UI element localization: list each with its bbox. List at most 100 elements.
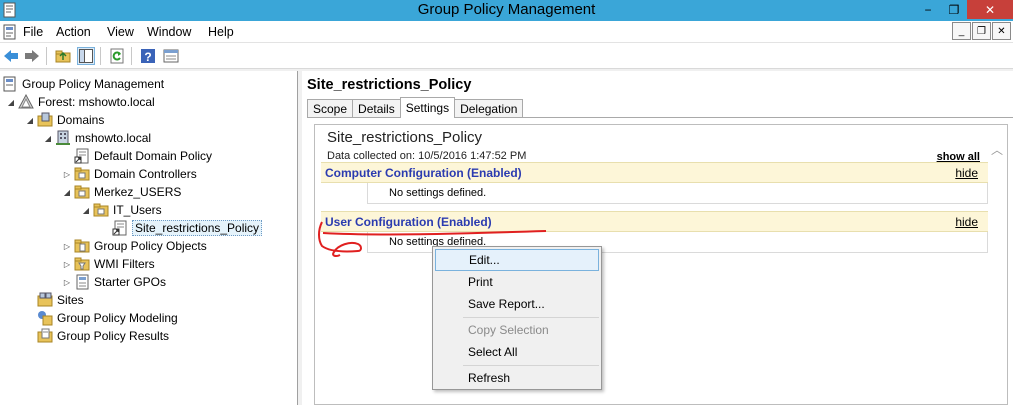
mdi-close-button[interactable]: ✕ — [992, 22, 1011, 40]
tab-details[interactable]: Details — [352, 99, 401, 118]
tree-node-it-users[interactable]: ◢ IT_Users — [81, 201, 162, 219]
context-menu: Edit... Print Save Report... Copy Select… — [432, 246, 602, 390]
tab-delegation[interactable]: Delegation — [454, 99, 524, 118]
gpo-link-icon — [112, 220, 127, 236]
tree-node-domain-controllers[interactable]: ▷ Domain Controllers — [62, 165, 197, 183]
modeling-icon — [38, 311, 53, 326]
expand-arrow-icon[interactable]: ▷ — [62, 278, 72, 287]
tab-scope[interactable]: Scope — [307, 99, 354, 118]
tree-label: Domain Controllers — [94, 167, 197, 181]
tree-label: Group Policy Results — [57, 329, 170, 343]
sites-icon — [37, 292, 53, 307]
show-hide-tree-icon[interactable] — [77, 47, 95, 65]
tree-label: Group Policy Objects — [94, 239, 207, 253]
tree-node-default-domain-policy[interactable]: Default Domain Policy — [74, 147, 212, 165]
ou-folder-icon — [74, 185, 90, 199]
forest-icon — [18, 94, 34, 109]
tree-label: Default Domain Policy — [94, 149, 213, 163]
forward-arrow-icon[interactable] — [23, 47, 41, 65]
window-title: Group Policy Management — [417, 1, 596, 18]
gpo-link-icon — [74, 148, 89, 164]
menu-bar: File Action View Window Help _ ❐ ✕ — [0, 21, 1013, 43]
collected-timestamp: Data collected on: 10/5/2016 1:47:52 PM — [327, 150, 527, 162]
tree-node-domain[interactable]: ◢ mshowto.local — [43, 129, 151, 147]
report-title: Site_restrictions_Policy — [327, 129, 483, 146]
page-title: Site_restrictions_Policy — [307, 77, 472, 93]
menu-item-copy-selection[interactable]: Copy Selection — [435, 319, 599, 341]
minimize-button[interactable]: − — [915, 0, 941, 19]
menu-separator — [463, 317, 599, 318]
expand-arrow-icon[interactable]: ▷ — [62, 170, 72, 179]
expand-arrow-icon[interactable]: ▷ — [62, 242, 72, 251]
menu-separator — [463, 365, 599, 366]
tree-node-gpm-root[interactable]: Group Policy Management — [2, 75, 164, 93]
tab-settings[interactable]: Settings — [399, 97, 456, 118]
details-pane: Site_restrictions_Policy Scope Details S… — [302, 71, 1013, 405]
user-config-label[interactable]: User Configuration (Enabled) — [325, 215, 492, 229]
menu-action[interactable]: Action — [56, 25, 91, 39]
tree-label: mshowto.local — [75, 131, 152, 145]
mdi-minimize-button[interactable]: _ — [952, 22, 971, 40]
menu-item-select-all[interactable]: Select All — [435, 341, 599, 363]
back-arrow-icon[interactable] — [2, 47, 20, 65]
tree-label: Sites — [57, 293, 84, 307]
menu-help[interactable]: Help — [208, 25, 234, 39]
computer-hide-link[interactable]: hide — [955, 166, 978, 180]
user-hide-link[interactable]: hide — [955, 215, 978, 229]
tree-label: Forest: mshowto.local — [38, 95, 155, 109]
refresh-icon[interactable] — [108, 47, 126, 65]
ou-folder-icon — [93, 203, 109, 217]
tree-node-forest[interactable]: ◢ Forest: mshowto.local — [6, 93, 155, 111]
tree-node-domains[interactable]: ◢ Domains — [25, 111, 104, 129]
menu-view[interactable]: View — [107, 25, 134, 39]
menu-item-edit[interactable]: Edit... — [435, 249, 599, 271]
menu-file[interactable]: File — [23, 25, 43, 39]
up-folder-icon[interactable] — [54, 47, 72, 65]
collapse-arrow-icon[interactable]: ◢ — [81, 206, 91, 215]
collapse-arrow-icon[interactable]: ◢ — [43, 134, 53, 143]
tree-node-sites[interactable]: Sites — [37, 291, 84, 309]
menu-item-print[interactable]: Print — [435, 271, 599, 293]
settings-report[interactable]: Site_restrictions_Policy Data collected … — [314, 124, 1008, 405]
toolbar: ? — [0, 43, 1013, 69]
maximize-button[interactable]: ❐ — [941, 0, 967, 19]
tree-label: Site_restrictions_Policy — [132, 220, 263, 236]
domains-icon — [37, 112, 53, 127]
results-icon — [37, 328, 53, 343]
expand-arrow-icon[interactable]: ▷ — [62, 260, 72, 269]
system-menu-icon[interactable] — [2, 24, 18, 40]
tree-node-site-restrictions-policy[interactable]: Site_restrictions_Policy — [112, 219, 263, 237]
tree-node-starter-gpos[interactable]: ▷ Starter GPOs — [62, 273, 166, 291]
tree-label: WMI Filters — [94, 257, 155, 271]
tree-node-merkez-users[interactable]: ◢ Merkez_USERS — [62, 183, 181, 201]
properties-icon[interactable] — [162, 47, 180, 65]
scroll-up-chevron-icon[interactable]: ︿ — [991, 141, 1003, 158]
collapse-arrow-icon[interactable]: ◢ — [6, 98, 16, 107]
tree-label: Merkez_USERS — [94, 185, 182, 199]
tree-label: Group Policy Modeling — [57, 311, 178, 325]
computer-config-label[interactable]: Computer Configuration (Enabled) — [325, 166, 522, 180]
starter-gpo-icon — [76, 274, 89, 290]
gpo-folder-icon — [74, 239, 90, 253]
tree-node-wmi-filters[interactable]: ▷ WMI Filters — [62, 255, 155, 273]
menu-item-save-report[interactable]: Save Report... — [435, 293, 599, 315]
help-icon[interactable]: ? — [139, 47, 157, 65]
collapse-arrow-icon[interactable]: ◢ — [25, 116, 35, 125]
tree-node-gp-modeling[interactable]: Group Policy Modeling — [37, 309, 178, 327]
tree-node-gp-results[interactable]: Group Policy Results — [37, 327, 169, 345]
tree-node-group-policy-objects[interactable]: ▷ Group Policy Objects — [62, 237, 207, 255]
mdi-restore-button[interactable]: ❐ — [972, 22, 991, 40]
user-config-header[interactable]: User Configuration (Enabled) hide — [321, 211, 988, 232]
collapse-arrow-icon[interactable]: ◢ — [62, 188, 72, 197]
tree-label: Starter GPOs — [94, 275, 167, 289]
toolbar-separator — [100, 47, 101, 65]
gpm-console-icon — [3, 76, 16, 92]
menu-item-refresh[interactable]: Refresh — [435, 367, 599, 389]
computer-config-header[interactable]: Computer Configuration (Enabled) hide — [321, 162, 988, 183]
no-settings-text: No settings defined. — [389, 187, 487, 199]
console-tree[interactable]: Group Policy Management ◢ Forest: mshowt… — [0, 71, 298, 405]
tree-label: IT_Users — [113, 203, 162, 217]
menu-window[interactable]: Window — [147, 25, 191, 39]
domain-icon — [56, 130, 70, 145]
close-button[interactable]: ✕ — [967, 0, 1013, 19]
